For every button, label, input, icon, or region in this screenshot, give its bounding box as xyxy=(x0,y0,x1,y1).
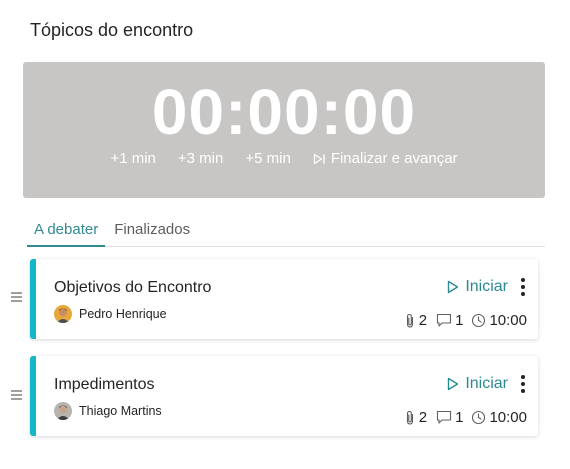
start-topic-button[interactable]: Iniciar xyxy=(447,278,508,296)
add-3-min-button[interactable]: +3 min xyxy=(178,150,223,167)
topic-owner: Pedro Henrique xyxy=(54,305,167,323)
add-3-min-label: +3 min xyxy=(177,150,224,167)
comments-value: 1 xyxy=(455,409,464,426)
start-label: Iniciar xyxy=(465,278,508,295)
clock-icon xyxy=(472,313,486,328)
owner-name: Pedro Henrique xyxy=(79,307,167,321)
topic-meta: 2 1 10:00 xyxy=(404,312,527,329)
topic-title: Objetivos do Encontro xyxy=(54,279,212,296)
timer-panel: 00:00:00 +1 min +3 min +5 min Finalizar … xyxy=(23,62,545,198)
topic-owner: Thiago Martins xyxy=(54,402,162,420)
comments-count: 1 xyxy=(436,312,463,329)
drag-handle[interactable] xyxy=(11,390,22,402)
comment-icon xyxy=(437,410,452,424)
paperclip-icon xyxy=(406,313,413,328)
topic-card[interactable]: Objetivos do Encontro Pedro Henrique Ini… xyxy=(30,259,538,339)
topic-card[interactable]: Impedimentos Thiago Martins Iniciar 2 1 … xyxy=(30,356,538,436)
comments-count: 1 xyxy=(436,409,463,426)
attachments-count: 2 xyxy=(404,312,427,329)
more-options-icon[interactable] xyxy=(520,374,526,394)
avatar xyxy=(54,305,72,323)
finish-and-advance-button[interactable]: Finalizar e avançar xyxy=(313,150,458,167)
add-5-min-button[interactable]: +5 min xyxy=(245,150,290,167)
owner-name: Thiago Martins xyxy=(79,404,162,418)
start-label: Iniciar xyxy=(465,375,508,392)
start-topic-button[interactable]: Iniciar xyxy=(447,375,508,393)
finish-and-advance-label: Finalizar e avançar xyxy=(330,150,458,167)
duration-value: 10:00 xyxy=(489,312,527,329)
add-1-min-button[interactable]: +1 min xyxy=(110,150,155,167)
skip-next-icon xyxy=(313,153,325,164)
attachments-count: 2 xyxy=(404,409,427,426)
tab-finalizados[interactable]: Finalizados xyxy=(107,218,197,247)
avatar xyxy=(54,402,72,420)
paperclip-icon xyxy=(406,410,413,425)
more-options-icon[interactable] xyxy=(520,277,526,297)
attachments-value: 2 xyxy=(418,312,428,329)
section-title: Tópicos do encontro xyxy=(30,20,194,40)
duration: 10:00 xyxy=(471,312,527,329)
comment-icon xyxy=(437,313,452,327)
play-icon xyxy=(448,280,459,294)
add-1-min-label: +1 min xyxy=(110,150,156,167)
topic-title: Impedimentos xyxy=(54,376,155,393)
timer-actions: +1 min +3 min +5 min Finalizar e avançar xyxy=(23,150,545,167)
attachments-value: 2 xyxy=(418,409,428,426)
duration: 10:00 xyxy=(471,409,527,426)
clock-icon xyxy=(472,410,486,425)
topic-tabs: A debater Finalizados xyxy=(27,218,545,247)
play-icon xyxy=(448,377,459,391)
add-5-min-label: +5 min xyxy=(245,150,291,167)
drag-handle[interactable] xyxy=(11,292,22,304)
duration-value: 10:00 xyxy=(489,409,527,426)
tab-a-debater[interactable]: A debater xyxy=(27,218,106,247)
comments-value: 1 xyxy=(455,312,464,329)
topic-meta: 2 1 10:00 xyxy=(404,409,527,426)
timer-display: 00:00:00 xyxy=(151,76,417,148)
